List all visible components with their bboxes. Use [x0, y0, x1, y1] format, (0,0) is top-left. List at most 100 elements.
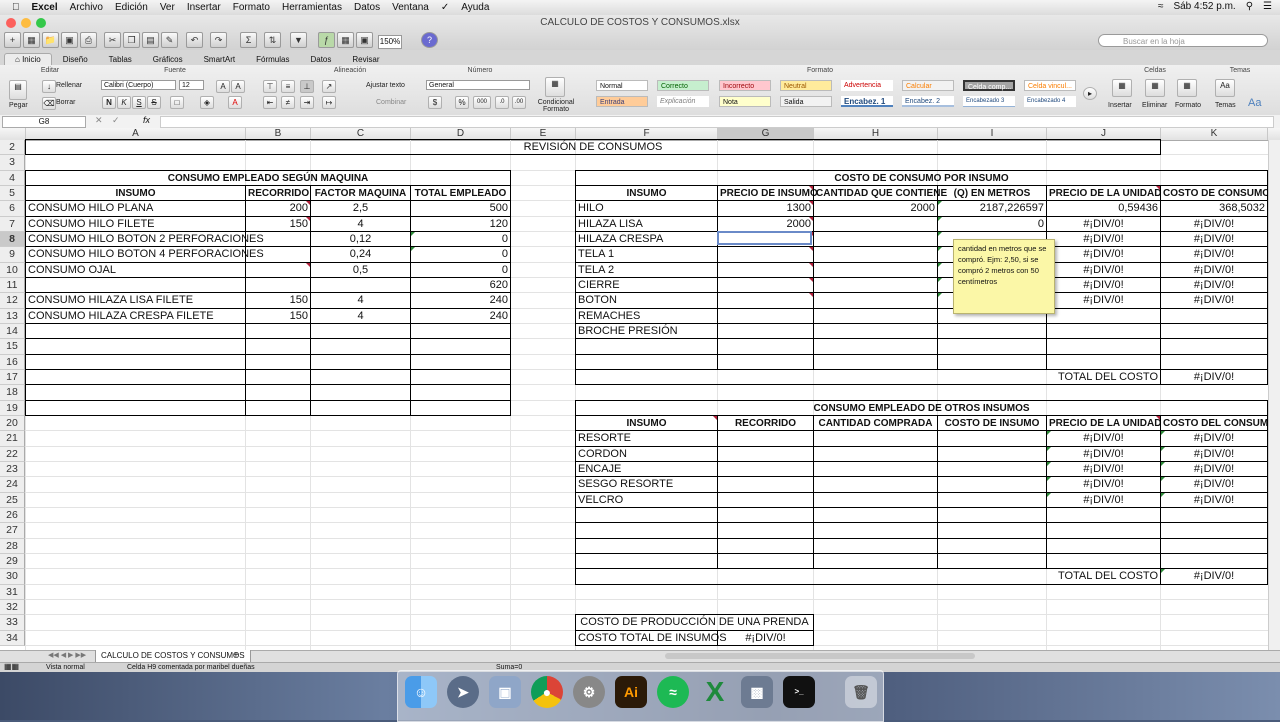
right-total-label[interactable]: TOTAL DEL COSTO [940, 370, 1158, 385]
left-recorrido[interactable]: 150 [248, 309, 308, 324]
help-icon[interactable]: ? [421, 32, 438, 48]
style-calcular[interactable]: Calcular [902, 80, 954, 91]
right-precio[interactable] [720, 263, 811, 278]
decrease-decimal-icon[interactable]: .00 [512, 96, 526, 109]
left-insumo[interactable]: CONSUMO HILO BOTON 2 PERFORACIONES [28, 232, 264, 247]
right-insumo[interactable]: HILAZA LISA [578, 217, 715, 232]
excel-icon[interactable]: X [699, 676, 731, 708]
right-cantidad[interactable]: 2000 [816, 201, 935, 216]
row-header[interactable]: 12 [0, 293, 25, 309]
normal-view-icon[interactable]: ▦▦ [4, 662, 19, 672]
style-encabez-2[interactable]: Encabez. 2 [902, 96, 954, 107]
style-correcto[interactable]: Correcto [657, 80, 709, 91]
right-insumo[interactable]: BOTON [578, 293, 715, 308]
style-entrada[interactable]: Entrada [596, 96, 648, 107]
right-cantidad[interactable] [816, 263, 935, 278]
insert-button[interactable]: Insertar [1108, 102, 1132, 109]
menu-ventana[interactable]: Ventana [392, 2, 429, 13]
revision-title[interactable]: REVISIÓN DE CONSUMOS [28, 140, 1158, 155]
others-total-value[interactable]: #¡DIV/0! [1163, 569, 1265, 584]
left-total[interactable]: 620 [413, 278, 508, 293]
align-right-icon[interactable]: ⇥ [300, 96, 314, 109]
others-precio-unidad[interactable]: #¡DIV/0! [1049, 462, 1158, 477]
style-neutral[interactable]: Neutral [780, 80, 832, 91]
row-header[interactable]: 34 [0, 630, 25, 646]
left-factor[interactable] [313, 278, 408, 293]
right-precio[interactable] [720, 278, 811, 293]
print-icon[interactable]: ⎙ [80, 32, 97, 48]
right-cantidad[interactable] [816, 324, 935, 339]
wifi-icon[interactable]: ≈ [1158, 1, 1164, 12]
right-precio-unidad[interactable] [1049, 309, 1158, 324]
gallery-icon[interactable]: ƒ [318, 32, 335, 48]
left-insumo[interactable] [28, 278, 243, 293]
row-header[interactable]: 29 [0, 553, 25, 570]
right-cantidad[interactable] [816, 217, 935, 232]
tab-datos[interactable]: Datos [300, 54, 341, 65]
row-header[interactable]: 10 [0, 262, 25, 278]
row-header[interactable]: 13 [0, 308, 25, 324]
right-insumo[interactable]: CIERRE [578, 278, 715, 293]
row-header[interactable]: 2 [0, 140, 25, 156]
row-header[interactable]: 27 [0, 523, 25, 539]
others-costo[interactable]: #¡DIV/0! [1163, 447, 1265, 462]
media-icon[interactable]: ▣ [356, 32, 373, 48]
left-header-recorrido[interactable]: RECORRIDO [248, 186, 309, 201]
right-precio[interactable] [720, 293, 811, 308]
menu-insertar[interactable]: Insertar [187, 2, 221, 13]
insert-cells-icon[interactable]: ▦ [1112, 79, 1132, 97]
left-factor[interactable]: 0,12 [313, 232, 408, 247]
style-celda-vinc[interactable]: Celda vincul... [1024, 80, 1076, 91]
paste-icon[interactable]: ▤ [142, 32, 159, 48]
left-total[interactable]: 500 [413, 201, 508, 216]
right-cantidad[interactable] [816, 309, 935, 324]
left-recorrido[interactable] [248, 263, 308, 278]
underline-icon[interactable]: S [132, 96, 146, 109]
right-precio[interactable] [720, 324, 811, 339]
style-normal[interactable]: Normal [596, 80, 648, 91]
strikethrough-icon[interactable]: S [147, 96, 161, 109]
left-factor[interactable]: 4 [313, 309, 408, 324]
style-celda-comp[interactable]: Celda comp... [963, 80, 1015, 91]
others-costo[interactable]: #¡DIV/0! [1163, 493, 1265, 508]
others-insumo[interactable]: SESGO RESORTE [578, 477, 715, 492]
orientation-icon[interactable]: ↗ [322, 80, 336, 93]
left-insumo[interactable]: CONSUMO HILO BOTON 4 PERFORACIONES [28, 247, 264, 262]
indent-icon[interactable]: ↦ [322, 96, 336, 109]
left-factor[interactable]: 0,5 [313, 263, 408, 278]
undo-icon[interactable]: ↶ [186, 32, 203, 48]
row-header[interactable]: 20 [0, 415, 25, 432]
theme-fonts-icon[interactable]: Aa [1248, 97, 1261, 109]
conditional-format-button[interactable]: Condicional Formato [536, 99, 576, 113]
right-costo[interactable] [1163, 324, 1265, 339]
open-icon[interactable]: 📁 [42, 32, 59, 48]
vertical-scrollbar[interactable] [1268, 140, 1280, 650]
finder-icon[interactable]: ☺ [405, 676, 437, 708]
thousands-icon[interactable]: 000 [473, 96, 491, 109]
left-table-title[interactable]: CONSUMO EMPLEADO SEGÚN MAQUINA [28, 171, 508, 186]
right-header[interactable]: (Q) EN METROS [940, 186, 1044, 201]
tab-tablas[interactable]: Tablas [99, 54, 142, 65]
right-cantidad[interactable] [816, 278, 935, 293]
left-header-total[interactable]: TOTAL EMPLEADO [413, 186, 508, 201]
others-header[interactable]: CANTIDAD COMPRADA [816, 416, 935, 431]
others-precio-unidad[interactable]: #¡DIV/0! [1049, 493, 1158, 508]
left-header-insumo[interactable]: INSUMO [28, 186, 243, 201]
chrome-icon[interactable]: ● [531, 676, 563, 708]
filter-icon[interactable]: ▼ [290, 32, 307, 48]
menu-ver[interactable]: Ver [160, 2, 175, 13]
row-header[interactable]: 23 [0, 461, 25, 478]
number-format-select[interactable]: General [426, 80, 530, 90]
others-costo[interactable]: #¡DIV/0! [1163, 477, 1265, 492]
right-header[interactable]: INSUMO [578, 186, 715, 201]
row-header[interactable]: 16 [0, 354, 25, 370]
row-header[interactable]: 28 [0, 538, 25, 554]
production-value[interactable]: #¡DIV/0! [720, 631, 811, 646]
confirm-formula-icon[interactable]: ✓ [112, 115, 120, 126]
row-header[interactable]: 8 [0, 231, 25, 248]
left-total[interactable]: 0 [413, 232, 508, 247]
others-total-label[interactable]: TOTAL DEL COSTO [940, 569, 1158, 584]
autosum-icon[interactable]: Σ [240, 32, 257, 48]
col-header-k[interactable]: K [1161, 128, 1268, 140]
tab-formulas[interactable]: Fórmulas [246, 54, 299, 65]
